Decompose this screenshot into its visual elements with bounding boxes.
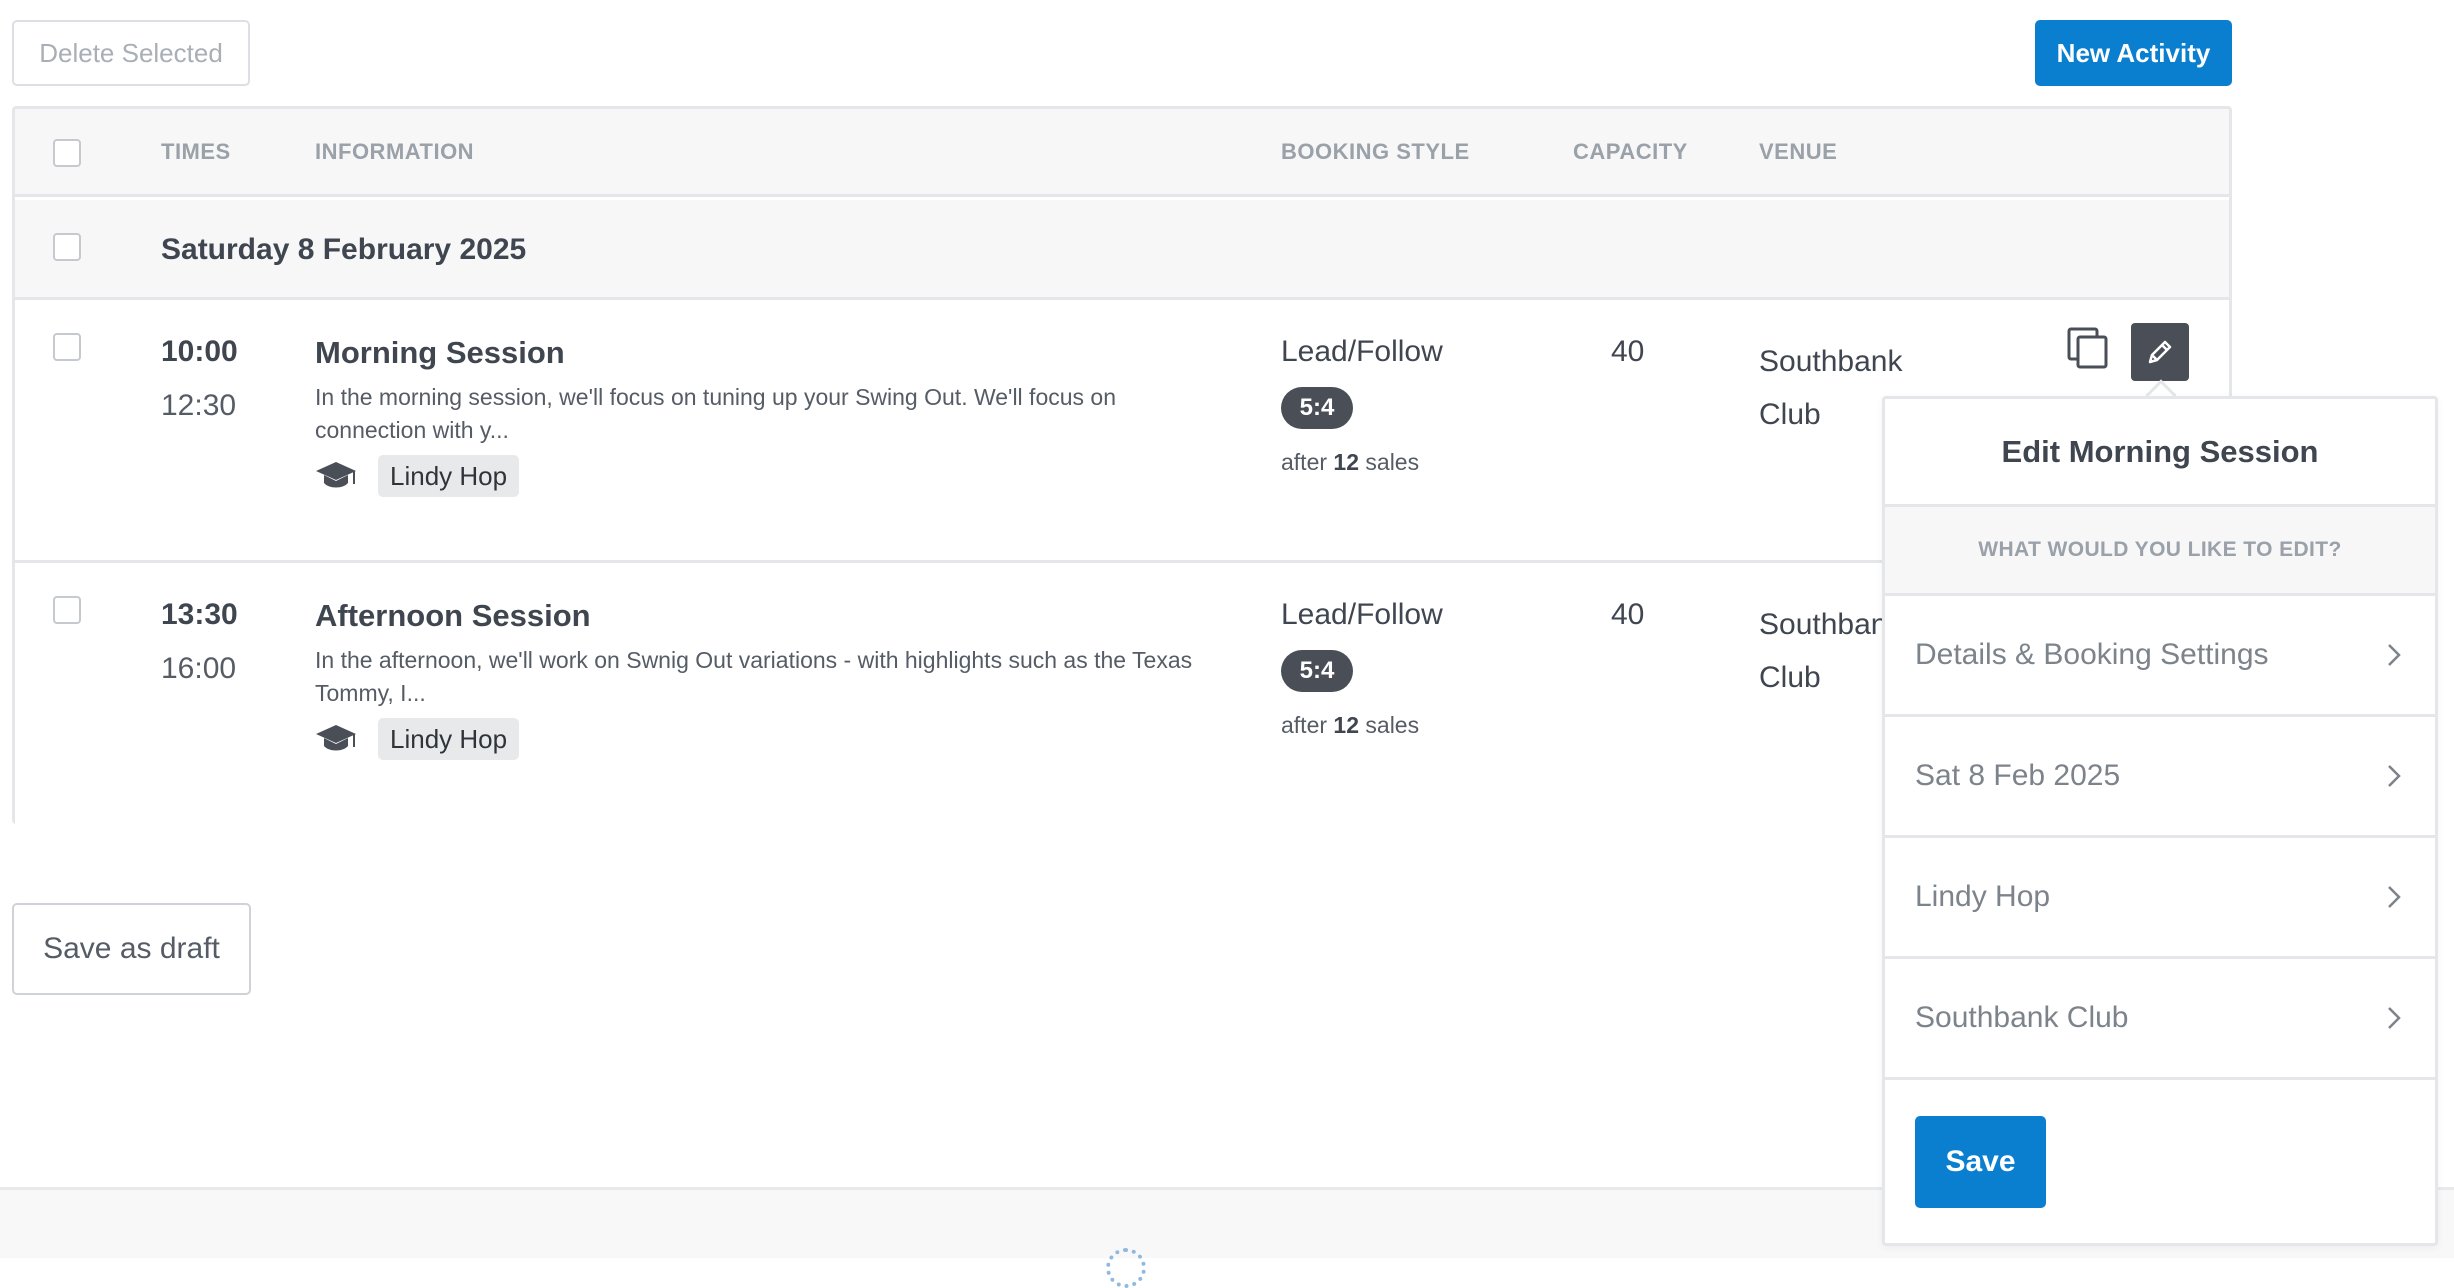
group-checkbox[interactable] [53, 233, 81, 261]
header-venue: VENUE [1759, 139, 1838, 164]
capacity-value: 40 [1611, 598, 1645, 631]
chevron-right-icon [2388, 886, 2401, 908]
activity-title[interactable]: Afternoon Session [315, 598, 591, 634]
edit-option-label: Lindy Hop [1915, 880, 2051, 913]
row-checkbox[interactable] [53, 333, 81, 361]
edit-option-label: Details & Booking Settings [1915, 638, 2269, 671]
new-activity-button[interactable]: New Activity [2035, 20, 2232, 86]
header-capacity: CAPACITY [1573, 139, 1688, 164]
style-tag: Lindy Hop [378, 718, 520, 760]
popover-actions: Save [1885, 1080, 2435, 1208]
start-time: 10:00 [161, 335, 238, 368]
edit-option-label: Southbank Club [1915, 1001, 2129, 1034]
booking-style: Lead/Follow [1281, 598, 1443, 631]
duplicate-icon[interactable] [2065, 325, 2111, 371]
activity-description: In the afternoon, we'll work on Swnig Ou… [315, 647, 1193, 706]
edit-popover: Edit Morning Session WHAT WOULD YOU LIKE… [1882, 396, 2438, 1246]
delete-selected-button[interactable]: Delete Selected [12, 20, 250, 86]
loading-spinner-icon [1106, 1248, 1146, 1288]
end-time: 16:00 [161, 652, 237, 685]
graduation-cap-icon [316, 462, 356, 488]
style-tag: Lindy Hop [378, 455, 520, 497]
save-button[interactable]: Save [1915, 1116, 2046, 1208]
date-group-row: Saturday 8 February 2025 [15, 200, 2229, 300]
row-checkbox[interactable] [53, 596, 81, 624]
save-draft-button[interactable]: Save as draft [12, 903, 251, 995]
pencil-icon [2148, 340, 2172, 364]
ratio-badge: 5:4 [1281, 387, 1353, 429]
after-sales-text: after 12 sales [1281, 712, 1420, 738]
chevron-right-icon [2388, 644, 2401, 666]
edit-option-style[interactable]: Lindy Hop [1885, 838, 2435, 959]
edit-option-date[interactable]: Sat 8 Feb 2025 [1885, 717, 2435, 838]
chevron-right-icon [2388, 765, 2401, 787]
end-time: 12:30 [161, 389, 237, 422]
select-all-checkbox[interactable] [53, 139, 81, 167]
booking-style: Lead/Follow [1281, 335, 1443, 368]
ratio-badge: 5:4 [1281, 650, 1353, 692]
group-date: Saturday 8 February 2025 [161, 233, 527, 266]
graduation-cap-icon [316, 725, 356, 751]
table-header: TIMES INFORMATION BOOKING STYLE CAPACITY… [15, 109, 2229, 197]
capacity-value: 40 [1611, 335, 1645, 368]
chevron-right-icon [2388, 1007, 2401, 1029]
activity-title[interactable]: Morning Session [315, 335, 565, 371]
popover-title: Edit Morning Session [1885, 399, 2435, 507]
edit-option-venue[interactable]: Southbank Club [1885, 959, 2435, 1080]
header-booking-style: BOOKING STYLE [1281, 139, 1470, 164]
start-time: 13:30 [161, 598, 238, 631]
popover-subtitle: WHAT WOULD YOU LIKE TO EDIT? [1885, 507, 2435, 596]
header-times: TIMES [161, 139, 231, 164]
after-sales-text: after 12 sales [1281, 449, 1420, 475]
activity-description: In the morning session, we'll focus on t… [315, 384, 1117, 443]
header-information: INFORMATION [315, 139, 475, 164]
edit-option-label: Sat 8 Feb 2025 [1915, 759, 2121, 792]
edit-button[interactable] [2131, 323, 2189, 381]
edit-option-details[interactable]: Details & Booking Settings [1885, 596, 2435, 717]
